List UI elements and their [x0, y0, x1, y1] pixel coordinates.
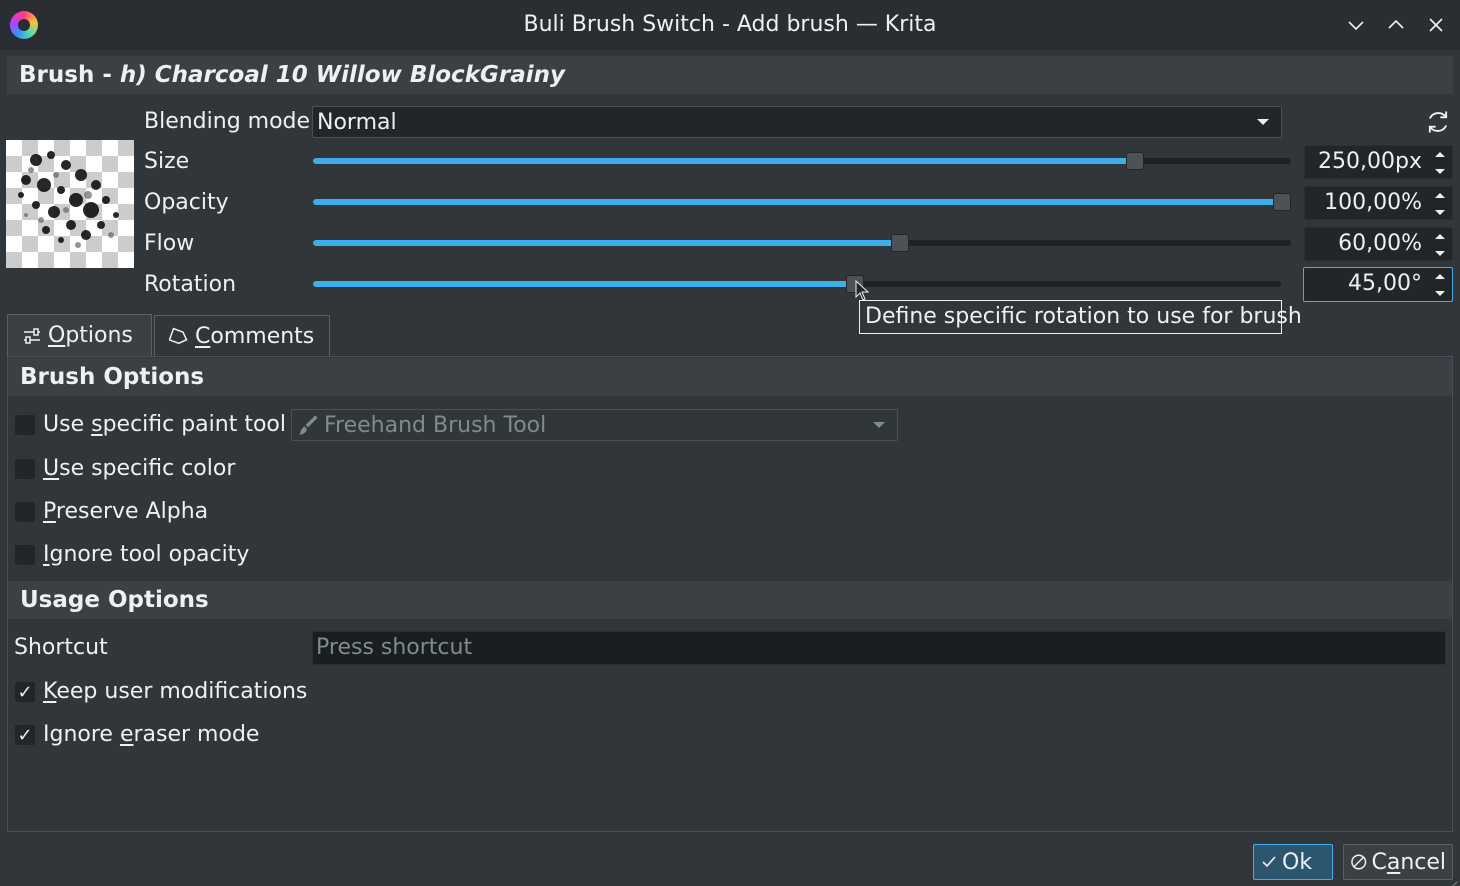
ignore-eraser-mode-checkbox[interactable]: ✓: [15, 724, 35, 746]
brush-icon: [299, 415, 318, 435]
preserve-alpha-checkbox[interactable]: [15, 502, 35, 522]
mouse-cursor-icon: [855, 279, 871, 302]
flow-slider-fill: [313, 240, 900, 246]
opacity-slider-handle[interactable]: [1273, 193, 1291, 211]
paint-tool-combo[interactable]: Freehand Brush Tool: [291, 409, 898, 441]
size-spinbox[interactable]: 250,00px: [1304, 145, 1453, 179]
ok-button[interactable]: Ok: [1253, 844, 1333, 880]
size-value: 250,00px: [1318, 149, 1422, 174]
opacity-slider-fill: [313, 199, 1291, 205]
opacity-label: Opacity: [144, 190, 229, 215]
use-specific-color-label[interactable]: Use specific color: [43, 453, 235, 485]
flow-slider[interactable]: [313, 234, 1291, 252]
cancel-button[interactable]: Cancel: [1343, 844, 1453, 880]
use-specific-paint-tool-label[interactable]: Use specific paint tool: [43, 409, 286, 441]
brush-options-heading: Brush Options: [8, 358, 1452, 396]
ignore-eraser-mode-label[interactable]: Ignore eraser mode: [43, 719, 259, 751]
size-label: Size: [144, 149, 190, 174]
check-icon: [1262, 856, 1276, 868]
resize-grip-icon[interactable]: [1446, 872, 1458, 886]
blending-mode-value: Normal: [317, 109, 397, 135]
paint-tool-value: Freehand Brush Tool: [324, 412, 547, 438]
flow-label: Flow: [144, 231, 195, 256]
opacity-value: 100,00%: [1324, 190, 1422, 215]
rotation-tooltip: Define specific rotation to use for brus…: [859, 300, 1302, 334]
rotation-slider-fill: [313, 281, 855, 287]
brush-header: Brush - h) Charcoal 10 Willow BlockGrain…: [7, 56, 1453, 94]
rotation-slider[interactable]: [313, 275, 1281, 293]
tab-comments[interactable]: Comments: [154, 315, 330, 357]
reset-refresh-icon[interactable]: [1424, 108, 1452, 136]
shortcut-label: Shortcut: [14, 635, 108, 660]
rotation-spinbox[interactable]: 45,00°: [1303, 267, 1453, 302]
brush-name: h) Charcoal 10 Willow BlockGrainy: [119, 62, 565, 88]
close-icon[interactable]: [1421, 10, 1451, 40]
usage-options-heading: Usage Options: [8, 581, 1452, 619]
keep-user-modifications-label[interactable]: Keep user modifications: [43, 676, 307, 708]
opacity-spinbox[interactable]: 100,00%: [1304, 186, 1453, 220]
size-slider-fill: [313, 158, 1135, 164]
use-specific-color-checkbox[interactable]: [15, 459, 35, 479]
rotation-spin-arrows[interactable]: [1432, 272, 1448, 298]
tab-options[interactable]: Options: [7, 314, 152, 356]
flow-spinbox[interactable]: 60,00%: [1304, 227, 1453, 261]
brush-preview-thumbnail: [6, 140, 134, 268]
shortcut-input[interactable]: Press shortcut: [312, 631, 1446, 665]
checkmark-icon: ✓: [17, 724, 33, 746]
chevron-down-icon: [1257, 119, 1269, 125]
use-specific-paint-tool-checkbox[interactable]: [15, 415, 35, 435]
opacity-slider[interactable]: [313, 193, 1291, 211]
blending-mode-combo[interactable]: Normal: [312, 106, 1282, 138]
size-slider[interactable]: [313, 152, 1291, 170]
keep-user-modifications-checkbox[interactable]: ✓: [15, 681, 35, 703]
flow-spin-arrows[interactable]: [1432, 232, 1448, 258]
size-slider-handle[interactable]: [1126, 152, 1144, 170]
chevron-down-icon: [873, 422, 885, 428]
ignore-tool-opacity-checkbox[interactable]: [15, 545, 35, 565]
opacity-spin-arrows[interactable]: [1432, 191, 1448, 217]
minimize-chevron-down-icon[interactable]: [1341, 10, 1371, 40]
preserve-alpha-label[interactable]: Preserve Alpha: [43, 496, 208, 528]
ignore-tool-opacity-label[interactable]: Ignore tool opacity: [43, 539, 249, 571]
sliders-icon: [24, 327, 40, 344]
flow-slider-handle[interactable]: [891, 234, 909, 252]
maximize-chevron-up-icon[interactable]: [1381, 10, 1411, 40]
window-title: Buli Brush Switch - Add brush — Krita: [523, 12, 937, 37]
cancel-icon: [1351, 854, 1367, 870]
brush-header-prefix: Brush -: [19, 62, 112, 88]
checkmark-icon: ✓: [17, 681, 33, 703]
rotation-label: Rotation: [144, 272, 237, 297]
flow-value: 60,00%: [1338, 231, 1422, 256]
blending-mode-label: Blending mode: [144, 109, 311, 134]
size-spin-arrows[interactable]: [1432, 150, 1448, 176]
tag-icon: [169, 327, 188, 344]
rotation-value: 45,00°: [1348, 271, 1422, 296]
